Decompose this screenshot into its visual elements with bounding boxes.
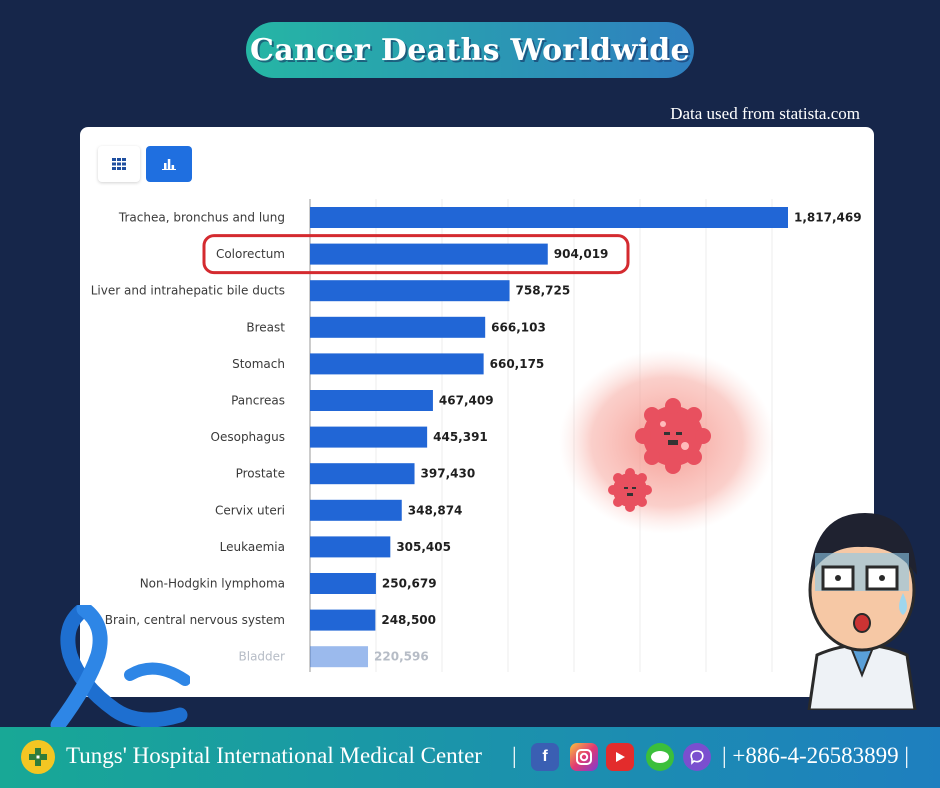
category-label: Oesophagus — [211, 430, 285, 444]
phone-number[interactable]: | +886-4-26583899 | — [722, 743, 909, 769]
value-label: 758,725 — [516, 284, 571, 298]
category-label: Breast — [246, 320, 285, 334]
line-icon[interactable] — [646, 743, 674, 771]
title-banner: Cancer Deaths Worldwide — [246, 22, 694, 78]
value-label: 666,103 — [491, 320, 546, 334]
value-label: 305,405 — [396, 540, 451, 554]
category-label: Non-Hodgkin lymphoma — [140, 577, 285, 591]
value-label: 904,019 — [554, 247, 609, 261]
value-label: 348,874 — [408, 503, 463, 517]
bar — [310, 390, 433, 411]
category-label: Cervix uteri — [215, 503, 285, 517]
category-label: Leukaemia — [220, 540, 285, 554]
value-label: 467,409 — [439, 394, 494, 408]
value-label: 660,175 — [490, 357, 545, 371]
category-label: Colorectum — [216, 247, 285, 261]
bar — [310, 609, 376, 631]
bar — [310, 499, 402, 521]
bar — [310, 280, 510, 302]
category-label: Liver and intrahepatic bile ducts — [91, 284, 285, 298]
bar — [310, 316, 486, 338]
footer-separator: | — [512, 743, 517, 768]
youtube-icon[interactable] — [606, 743, 634, 771]
value-label: 1,817,469 — [794, 211, 862, 225]
value-label: 248,500 — [381, 613, 436, 627]
viber-icon[interactable] — [683, 743, 711, 771]
facebook-icon[interactable]: f — [531, 743, 559, 771]
value-label: 250,679 — [382, 577, 437, 591]
category-label: Stomach — [232, 357, 285, 371]
footer-bar: Tungs' Hospital International Medical Ce… — [0, 727, 940, 788]
category-label: Trachea, bronchus and lung — [118, 211, 285, 225]
category-label: Pancreas — [231, 394, 285, 408]
bar — [310, 243, 548, 265]
bar — [310, 536, 391, 558]
instagram-icon[interactable] — [570, 743, 598, 771]
bar — [310, 353, 484, 375]
bar — [310, 573, 376, 594]
value-label: 397,430 — [421, 467, 476, 481]
doctor-illustration — [807, 513, 917, 710]
bar — [310, 646, 369, 668]
value-label: 220,596 — [374, 650, 429, 664]
hospital-logo-icon — [21, 740, 55, 774]
page-title: Cancer Deaths Worldwide — [250, 32, 690, 68]
category-label: Prostate — [236, 467, 285, 481]
virus-illustration — [559, 350, 775, 534]
bar — [310, 207, 788, 228]
ribbon-icon — [50, 605, 190, 730]
bar — [310, 426, 428, 448]
bar — [310, 463, 415, 485]
value-label: 445,391 — [433, 430, 488, 444]
source-note: Data used from statista.com — [670, 104, 860, 123]
hospital-name: Tungs' Hospital International Medical Ce… — [66, 743, 482, 768]
category-label: Bladder — [239, 650, 286, 664]
